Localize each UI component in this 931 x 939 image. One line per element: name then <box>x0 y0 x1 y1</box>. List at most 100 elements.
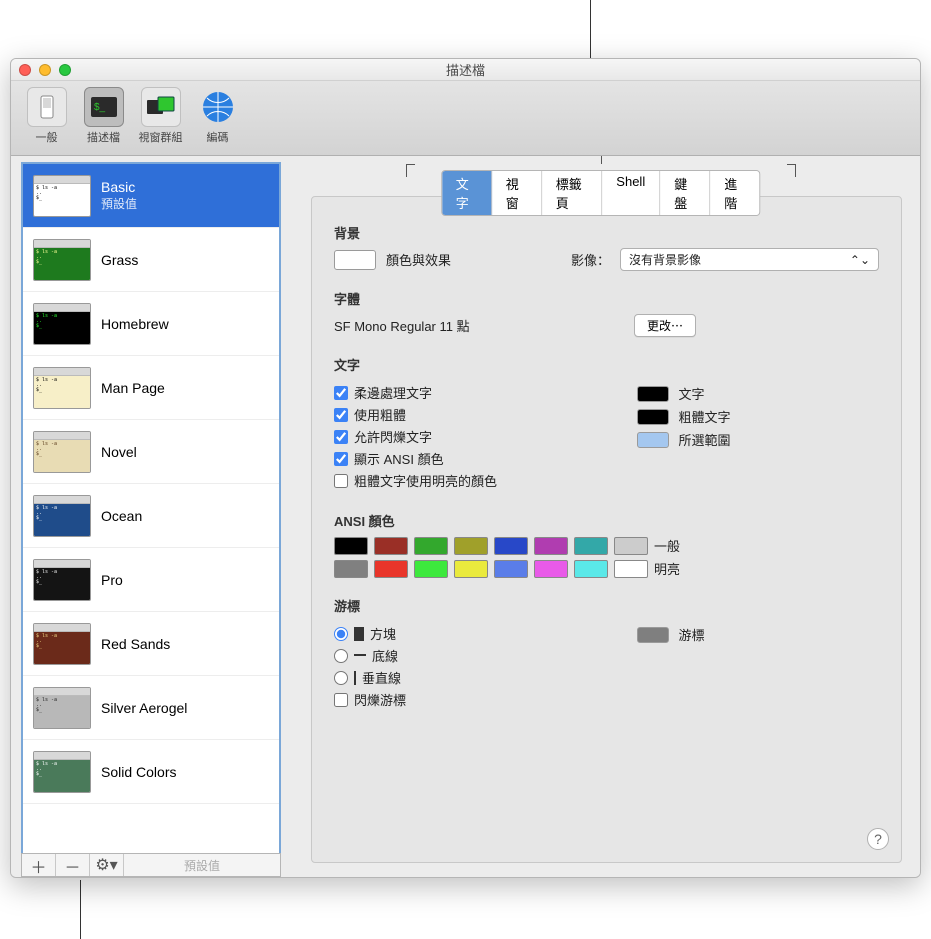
settings-tabs: 文字視窗標籤頁Shell鍵盤進階 <box>441 170 761 216</box>
profile-row-red-sands[interactable]: $ ls -a..$_Red Sands <box>23 612 279 676</box>
profile-row-pro[interactable]: $ ls -a..$_Pro <box>23 548 279 612</box>
profile-thumb: $ ls -a..$_ <box>33 495 91 537</box>
ansi-row-label: 一般 <box>654 536 680 555</box>
profile-thumb: $ ls -a..$_ <box>33 367 91 409</box>
ansi-swatch[interactable] <box>374 560 408 578</box>
background-image-value: 沒有背景影像 <box>629 251 701 268</box>
blink-checkbox[interactable]: 允許閃爍文字 <box>334 427 577 446</box>
cursor-underline-radio[interactable]: 底線 <box>334 646 577 665</box>
toolbar-label: 視窗群組 <box>139 129 183 145</box>
section-ansi: ANSI 顏色 <box>334 511 879 530</box>
profile-name: Grass <box>101 252 138 268</box>
ansi-swatch[interactable] <box>494 537 528 555</box>
ansi-swatch[interactable] <box>574 537 608 555</box>
bright-bold-checkbox[interactable]: 粗體文字使用明亮的顏色 <box>334 471 577 490</box>
zoom-icon[interactable] <box>59 64 71 76</box>
ansi-swatch[interactable] <box>494 560 528 578</box>
profile-name: Man Page <box>101 380 165 396</box>
remove-profile-button[interactable]: － <box>56 854 90 876</box>
profile-subtitle: 預設值 <box>101 195 137 212</box>
ansi-swatch[interactable] <box>574 560 608 578</box>
cursor-blink-checkbox[interactable]: 閃爍游標 <box>334 690 577 709</box>
profile-row-man-page[interactable]: $ ls -a..$_ Man Page <box>23 356 279 420</box>
profile-row-homebrew[interactable]: $ ls -a..$_Homebrew <box>23 292 279 356</box>
ansi-swatch[interactable] <box>534 560 568 578</box>
add-profile-button[interactable]: ＋ <box>22 854 56 876</box>
profile-thumb: $ ls -a..$_ <box>33 175 91 217</box>
profile-thumb: $ ls -a..$_ <box>33 751 91 793</box>
help-button[interactable]: ? <box>867 828 889 850</box>
ansi-swatch[interactable] <box>414 537 448 555</box>
minimize-icon[interactable] <box>39 64 51 76</box>
traffic-lights <box>19 64 71 76</box>
profile-name: Novel <box>101 444 137 460</box>
background-image-popup[interactable]: 沒有背景影像 ⌃⌄ <box>620 248 879 271</box>
section-font: 字體 <box>334 289 879 308</box>
action-menu-button[interactable]: ⚙︎▾ <box>90 854 124 876</box>
profile-list[interactable]: $ ls -a..$_Basic預設值$ ls -a..$_Grass$ ls … <box>21 162 281 853</box>
section-text: 文字 <box>334 355 879 374</box>
ansi-swatch[interactable] <box>334 560 368 578</box>
svg-text:$_: $_ <box>94 102 106 113</box>
tab-Shell[interactable]: Shell <box>602 171 660 215</box>
ansi-checkbox[interactable]: 顯示 ANSI 顏色 <box>334 449 577 468</box>
toolbar-label: 一般 <box>36 129 58 145</box>
set-default-button[interactable]: 預設值 <box>124 854 280 876</box>
tab-進階[interactable]: 進階 <box>710 171 759 215</box>
ansi-swatch[interactable] <box>534 537 568 555</box>
close-icon[interactable] <box>19 64 31 76</box>
profile-name: Basic <box>101 179 137 195</box>
cursor-block-radio[interactable]: 方塊 <box>334 624 577 643</box>
titlebar: 描述檔 <box>11 59 920 81</box>
change-font-button[interactable]: 更改⋯ <box>634 314 696 337</box>
section-background: 背景 <box>334 223 879 242</box>
toolbar-window-groups[interactable]: 視窗群組 <box>133 87 188 153</box>
text-panel: 背景 顏色與效果 影像： 沒有背景影像 ⌃⌄ 字體 SF Mono Regula… <box>311 196 902 863</box>
cursor-bar-radio[interactable]: 垂直線 <box>334 668 577 687</box>
tab-視窗[interactable]: 視窗 <box>492 171 542 215</box>
ansi-swatch[interactable] <box>614 537 648 555</box>
tab-標籤頁[interactable]: 標籤頁 <box>542 171 603 215</box>
ansi-bright-row: 明亮 <box>334 559 879 578</box>
background-color-well[interactable] <box>334 250 376 270</box>
cursor-color-well[interactable] <box>637 627 669 643</box>
profile-row-silver-aerogel[interactable]: $ ls -a..$_Silver Aerogel <box>23 676 279 740</box>
callout-line-bottom <box>80 880 81 939</box>
switch-icon <box>27 87 67 127</box>
antialias-checkbox[interactable]: 柔邊處理文字 <box>334 383 577 402</box>
font-value: SF Mono Regular 11 點 <box>334 316 624 335</box>
toolbar-encodings[interactable]: 編碼 <box>190 87 245 153</box>
bar-icon <box>354 671 356 685</box>
sidebar-action-bar: ＋ － ⚙︎▾ 預設值 <box>21 853 281 877</box>
toolbar-profiles[interactable]: $_ 描述檔 <box>76 87 131 153</box>
profile-row-grass[interactable]: $ ls -a..$_ Grass <box>23 228 279 292</box>
profile-row-novel[interactable]: $ ls -a..$_Novel <box>23 420 279 484</box>
profile-row-solid-colors[interactable]: $ ls -a..$_Solid Colors <box>23 740 279 804</box>
ansi-normal-row: 一般 <box>334 536 879 555</box>
preferences-window: 描述檔 一般 $_ 描述檔 視窗群組 編碼 $ ls -a..$_Basic預設… <box>10 58 921 878</box>
colors-effects-label: 顏色與效果 <box>386 250 451 269</box>
ansi-swatch[interactable] <box>614 560 648 578</box>
ansi-swatch[interactable] <box>454 537 488 555</box>
profile-name: Silver Aerogel <box>101 700 187 716</box>
toolbar-general[interactable]: 一般 <box>19 87 74 153</box>
main: 文字視窗標籤頁Shell鍵盤進階 背景 顏色與效果 影像： 沒有背景影像 ⌃⌄ … <box>281 156 920 877</box>
bold-color-well[interactable] <box>637 409 669 425</box>
profile-row-ocean[interactable]: $ ls -a..$_Ocean <box>23 484 279 548</box>
text-color-well[interactable] <box>637 386 669 402</box>
selection-color-well[interactable] <box>637 432 669 448</box>
ansi-swatch[interactable] <box>414 560 448 578</box>
ansi-swatch[interactable] <box>374 537 408 555</box>
profile-thumb: $ ls -a..$_ <box>33 239 91 281</box>
profile-name: Pro <box>101 572 123 588</box>
ansi-swatch[interactable] <box>334 537 368 555</box>
tab-文字[interactable]: 文字 <box>442 171 492 215</box>
bold-checkbox[interactable]: 使用粗體 <box>334 405 577 424</box>
underline-icon <box>354 654 366 656</box>
chevron-up-down-icon: ⌃⌄ <box>850 253 870 267</box>
tab-鍵盤[interactable]: 鍵盤 <box>660 171 710 215</box>
toolbar-label: 描述檔 <box>87 129 120 145</box>
block-icon <box>354 627 364 641</box>
profile-row-basic[interactable]: $ ls -a..$_ Basic預設值 <box>23 164 279 228</box>
ansi-swatch[interactable] <box>454 560 488 578</box>
